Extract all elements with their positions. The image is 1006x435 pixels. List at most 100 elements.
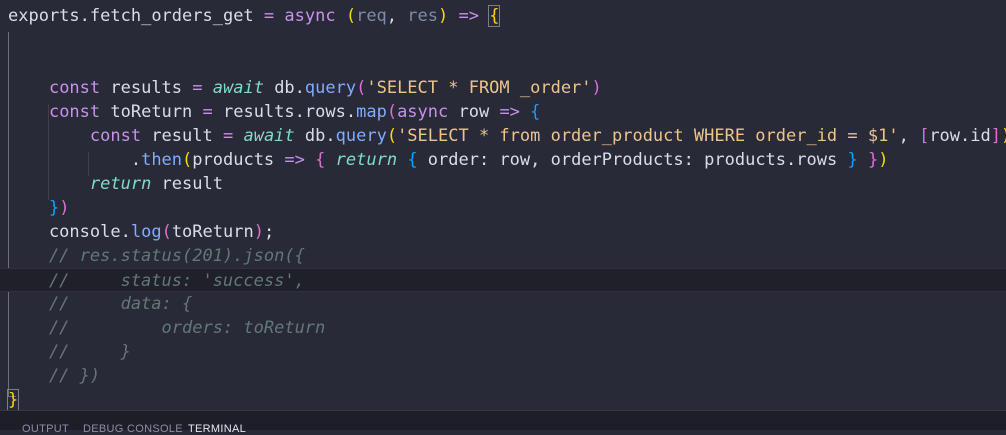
code-token: db	[263, 78, 295, 98]
code-token: query	[304, 78, 357, 98]
code-token: result	[141, 126, 223, 146]
code-token: console	[8, 222, 121, 242]
code-line[interactable]: // status: 'success',	[0, 268, 1006, 292]
code-line[interactable]: })	[0, 196, 1006, 220]
code-line[interactable]: // }	[0, 340, 1006, 364]
code-token: =>	[284, 150, 305, 170]
code-token: results	[100, 78, 193, 98]
code-token: row	[929, 126, 961, 146]
code-line[interactable]: // res.status(201).json({	[0, 244, 1006, 268]
code-token: .	[120, 222, 131, 242]
code-token: .	[130, 150, 142, 170]
code-line[interactable]: return result	[0, 172, 1006, 196]
code-token: (	[345, 6, 357, 26]
code-token: log	[130, 222, 162, 242]
code-token: }	[847, 150, 858, 170]
code-line[interactable]	[0, 28, 1006, 52]
code-line[interactable]: // data: {	[0, 292, 1006, 316]
code-token: toReturn	[171, 222, 254, 242]
tab-debug-console[interactable]: DEBUG CONSOLE	[83, 423, 183, 435]
code-line[interactable]: // })	[0, 364, 1006, 388]
code-token: =	[222, 126, 234, 146]
code-token: =	[253, 6, 285, 26]
code-token: )	[253, 222, 264, 242]
code-token: // orders: toReturn	[8, 318, 326, 338]
code-token: req	[356, 6, 387, 26]
code-token: .	[345, 102, 357, 122]
code-token: )	[591, 78, 602, 98]
code-token: {	[407, 150, 418, 170]
code-token: (	[182, 150, 193, 170]
code-line[interactable]: console.log(toReturn);	[0, 220, 1006, 244]
code-token: .	[960, 126, 971, 146]
code-token: id	[970, 126, 991, 146]
code-token: =>	[499, 102, 520, 122]
code-token: 'SELECT * FROM _order'	[366, 78, 592, 98]
code-token: // res.status(201).json({	[8, 246, 305, 266]
code-line[interactable]: .then(products => { return { order: row,…	[0, 148, 1006, 172]
code-line[interactable]: exports.fetch_orders_get = async (req, r…	[0, 4, 1006, 28]
code-line[interactable]: const toReturn = results.rows.map(async …	[0, 100, 1006, 124]
code-token: // status: 'success',	[8, 271, 305, 291]
code-token: )	[878, 150, 889, 170]
code-token: exports	[8, 6, 80, 26]
code-line[interactable]: const result = await db. query('SELECT * …	[0, 124, 1006, 148]
code-token: =	[192, 78, 203, 98]
code-token: ;	[263, 222, 275, 242]
code-token: then	[141, 150, 183, 170]
code-line[interactable]: // orders: toReturn	[0, 316, 1006, 340]
code-token: const	[48, 78, 101, 98]
code-token: db	[294, 126, 326, 146]
code-token: .	[79, 6, 90, 26]
code-token: (	[356, 78, 367, 98]
code-token: query	[335, 126, 387, 146]
code-token: {	[315, 150, 326, 170]
code-token: }	[6, 389, 20, 411]
code-token: order: row, orderProducts: products	[417, 150, 787, 170]
code-token: )	[1001, 126, 1006, 146]
code-token: .	[294, 102, 305, 122]
code-line[interactable]: }	[0, 388, 1006, 412]
bottom-panel-tabs: OUTPUT DEBUG CONSOLE TERMINAL	[0, 410, 1006, 435]
code-token: (	[386, 126, 398, 146]
code-token: await	[243, 126, 295, 146]
code-token: fetch_orders_get	[89, 6, 254, 26]
code-token: return	[89, 174, 152, 194]
code-token: res	[407, 6, 438, 26]
code-token: }	[867, 150, 879, 170]
code-token: // data: {	[8, 294, 193, 314]
code-token: (	[386, 102, 398, 122]
code-token: ,	[898, 126, 920, 146]
code-token: rows	[796, 150, 848, 170]
code-token: =>	[448, 6, 490, 26]
code-token: // }	[8, 342, 131, 362]
tab-output[interactable]: OUTPUT	[22, 423, 69, 435]
code-token: toReturn	[100, 102, 203, 122]
code-editor[interactable]: exports.fetch_orders_get = async (req, r…	[0, 0, 1006, 412]
code-token: (	[161, 222, 172, 242]
code-token: const	[89, 126, 142, 146]
code-line[interactable]	[0, 52, 1006, 76]
tab-terminal[interactable]: TERMINAL	[188, 423, 246, 435]
code-token: =	[202, 102, 213, 122]
code-line[interactable]: const results = await db.query('SELECT *…	[0, 76, 1006, 100]
code-token: {	[488, 5, 501, 27]
code-token: 'SELECT * from order_product WHERE order…	[397, 126, 899, 146]
code-token: async	[397, 102, 449, 122]
code-token: products	[192, 150, 285, 170]
code-token: const	[48, 102, 101, 122]
code-token: // })	[8, 366, 101, 386]
code-token: return	[335, 150, 398, 170]
code-token: results	[212, 102, 295, 122]
code-token: rows	[304, 102, 346, 122]
